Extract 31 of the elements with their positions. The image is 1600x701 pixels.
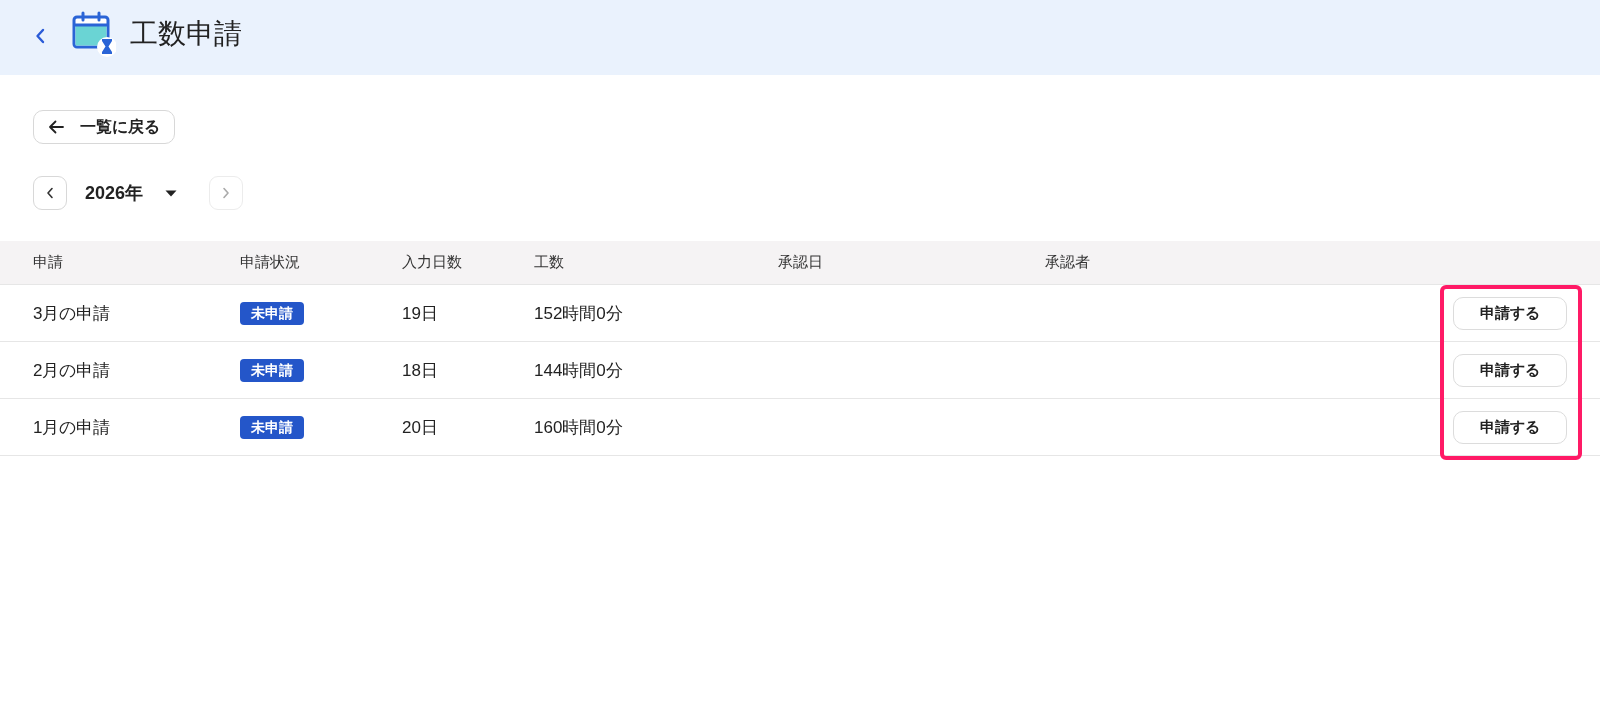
- column-header: 工数: [534, 253, 564, 272]
- application-cell-text: 3月の申請: [33, 302, 111, 325]
- days-cell-text: 19日: [402, 302, 438, 325]
- application-cell-text: 1月の申請: [33, 416, 111, 439]
- calendar-hourglass-icon: [72, 10, 116, 57]
- apply-button[interactable]: 申請する: [1453, 296, 1567, 330]
- back-to-list-button[interactable]: 一覧に戻る: [33, 110, 175, 144]
- column-header: 申請: [33, 253, 63, 272]
- status-badge: 未申請: [240, 415, 304, 439]
- hours-cell-text: 144時間0分: [534, 359, 623, 382]
- column-header: 申請状況: [240, 253, 300, 272]
- page-title: 工数申請: [130, 16, 242, 51]
- apply-button[interactable]: 申請する: [1453, 353, 1567, 387]
- chevron-left-icon: [46, 187, 54, 199]
- column-header: 入力日数: [402, 253, 462, 272]
- hours-cell-text: 160時間0分: [534, 416, 623, 439]
- caret-down-icon: [165, 189, 178, 197]
- column-header: 承認日: [778, 253, 823, 272]
- days-cell-text: 20日: [402, 416, 438, 439]
- chevron-left-icon[interactable]: [35, 27, 45, 44]
- year-dropdown[interactable]: 2026年: [67, 176, 198, 210]
- previous-year-button[interactable]: [33, 176, 67, 210]
- chevron-right-icon: [222, 187, 231, 199]
- column-header: 承認者: [1045, 253, 1090, 272]
- hours-cell-text: 152時間0分: [534, 302, 623, 325]
- application-cell-text: 2月の申請: [33, 359, 111, 382]
- days-cell-text: 18日: [402, 359, 438, 382]
- arrow-left-icon: [48, 120, 64, 134]
- status-badge: 未申請: [240, 358, 304, 382]
- apply-button[interactable]: 申請する: [1453, 410, 1567, 444]
- status-badge: 未申請: [240, 301, 304, 325]
